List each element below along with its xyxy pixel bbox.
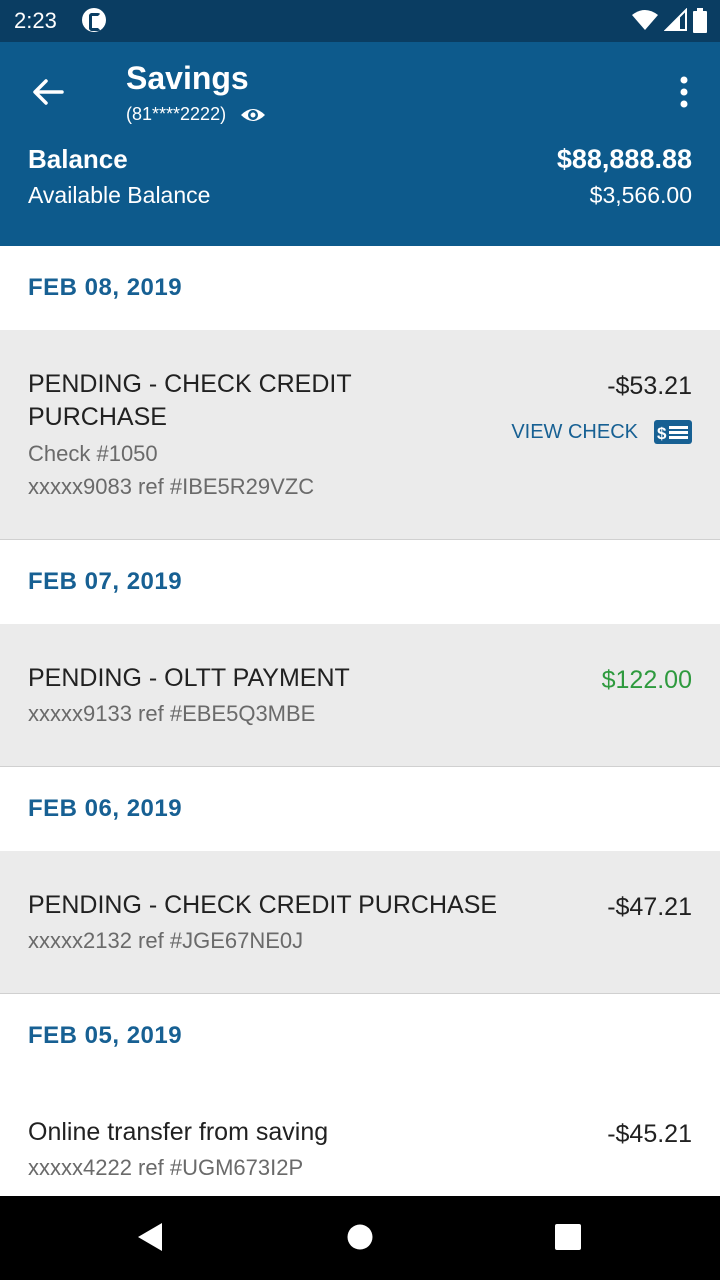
battery-icon — [693, 8, 707, 33]
balance-label: Balance — [28, 144, 128, 174]
transaction-amount: -$45.21 — [607, 1120, 692, 1148]
transaction-reference: xxxxx2132 ref #JGE67NE0J — [28, 928, 304, 953]
check-image-icon: $ — [654, 420, 692, 444]
nav-recents-icon[interactable] — [554, 1222, 582, 1252]
view-check-button[interactable]: VIEW CHECK $ — [511, 420, 692, 444]
transaction-reference: xxxxx4222 ref #UGM673I2P — [28, 1155, 304, 1180]
wifi-icon — [632, 10, 659, 30]
transaction-row[interactable]: Online transfer from saving xxxxx4222 re… — [0, 1078, 720, 1198]
date-header: FEB 08, 2019 — [0, 246, 720, 330]
view-check-label: VIEW CHECK — [511, 420, 638, 443]
transaction-list: FEB 08, 2019 PENDING - CHECK CREDIT PURC… — [0, 246, 720, 1198]
available-balance-value: $3,566.00 — [589, 182, 692, 208]
transaction-reference: xxxxx9083 ref #IBE5R29VZC — [28, 474, 315, 499]
status-time: 2:23 — [14, 8, 57, 33]
transaction-amount: -$47.21 — [607, 893, 692, 921]
balance-value: $88,888.88 — [556, 144, 692, 174]
transaction-description: Online transfer from saving — [28, 1118, 329, 1146]
transaction-row[interactable]: PENDING - OLTT PAYMENT xxxxx9133 ref #EB… — [0, 624, 720, 767]
page-title: Savings — [126, 60, 249, 96]
status-bar: 2:23 — [0, 0, 720, 42]
transaction-amount: -$53.21 — [607, 372, 692, 400]
transaction-row[interactable]: PENDING - CHECK CREDIT PURCHASE xxxxx213… — [0, 851, 720, 994]
transaction-amount: $122.00 — [601, 666, 692, 694]
transaction-description: PENDING - CHECK CREDIT PURCHASE — [28, 891, 498, 919]
system-nav-bar — [0, 1196, 720, 1280]
account-number-masked: (81****2222) — [126, 104, 227, 124]
transaction-description: PENDING - CHECK CREDIT PURCHASE — [28, 370, 352, 431]
date-header: FEB 06, 2019 — [0, 767, 720, 851]
more-vert-icon[interactable] — [672, 74, 696, 110]
status-icons — [631, 8, 708, 34]
account-number-line: (81****2222) — [126, 104, 266, 125]
transaction-reference: xxxxx9133 ref #EBE5Q3MBE — [28, 701, 316, 726]
date-header: FEB 05, 2019 — [0, 994, 720, 1078]
available-balance-label: Available Balance — [28, 182, 211, 208]
transaction-description: PENDING - OLTT PAYMENT — [28, 664, 350, 692]
eye-icon[interactable] — [240, 105, 266, 125]
back-arrow-icon[interactable] — [26, 70, 70, 114]
app-notification-icon — [82, 8, 106, 32]
nav-home-icon[interactable] — [347, 1222, 373, 1252]
account-header: Savings (81****2222) Balance $88,888.88 … — [0, 42, 720, 246]
date-header: FEB 07, 2019 — [0, 540, 720, 624]
nav-back-icon[interactable] — [136, 1222, 164, 1252]
check-number: Check #1050 — [28, 441, 158, 466]
transaction-row[interactable]: PENDING - CHECK CREDIT PURCHASE Check #1… — [0, 330, 720, 540]
signal-icon — [663, 8, 687, 31]
svg-text:$: $ — [657, 424, 667, 443]
